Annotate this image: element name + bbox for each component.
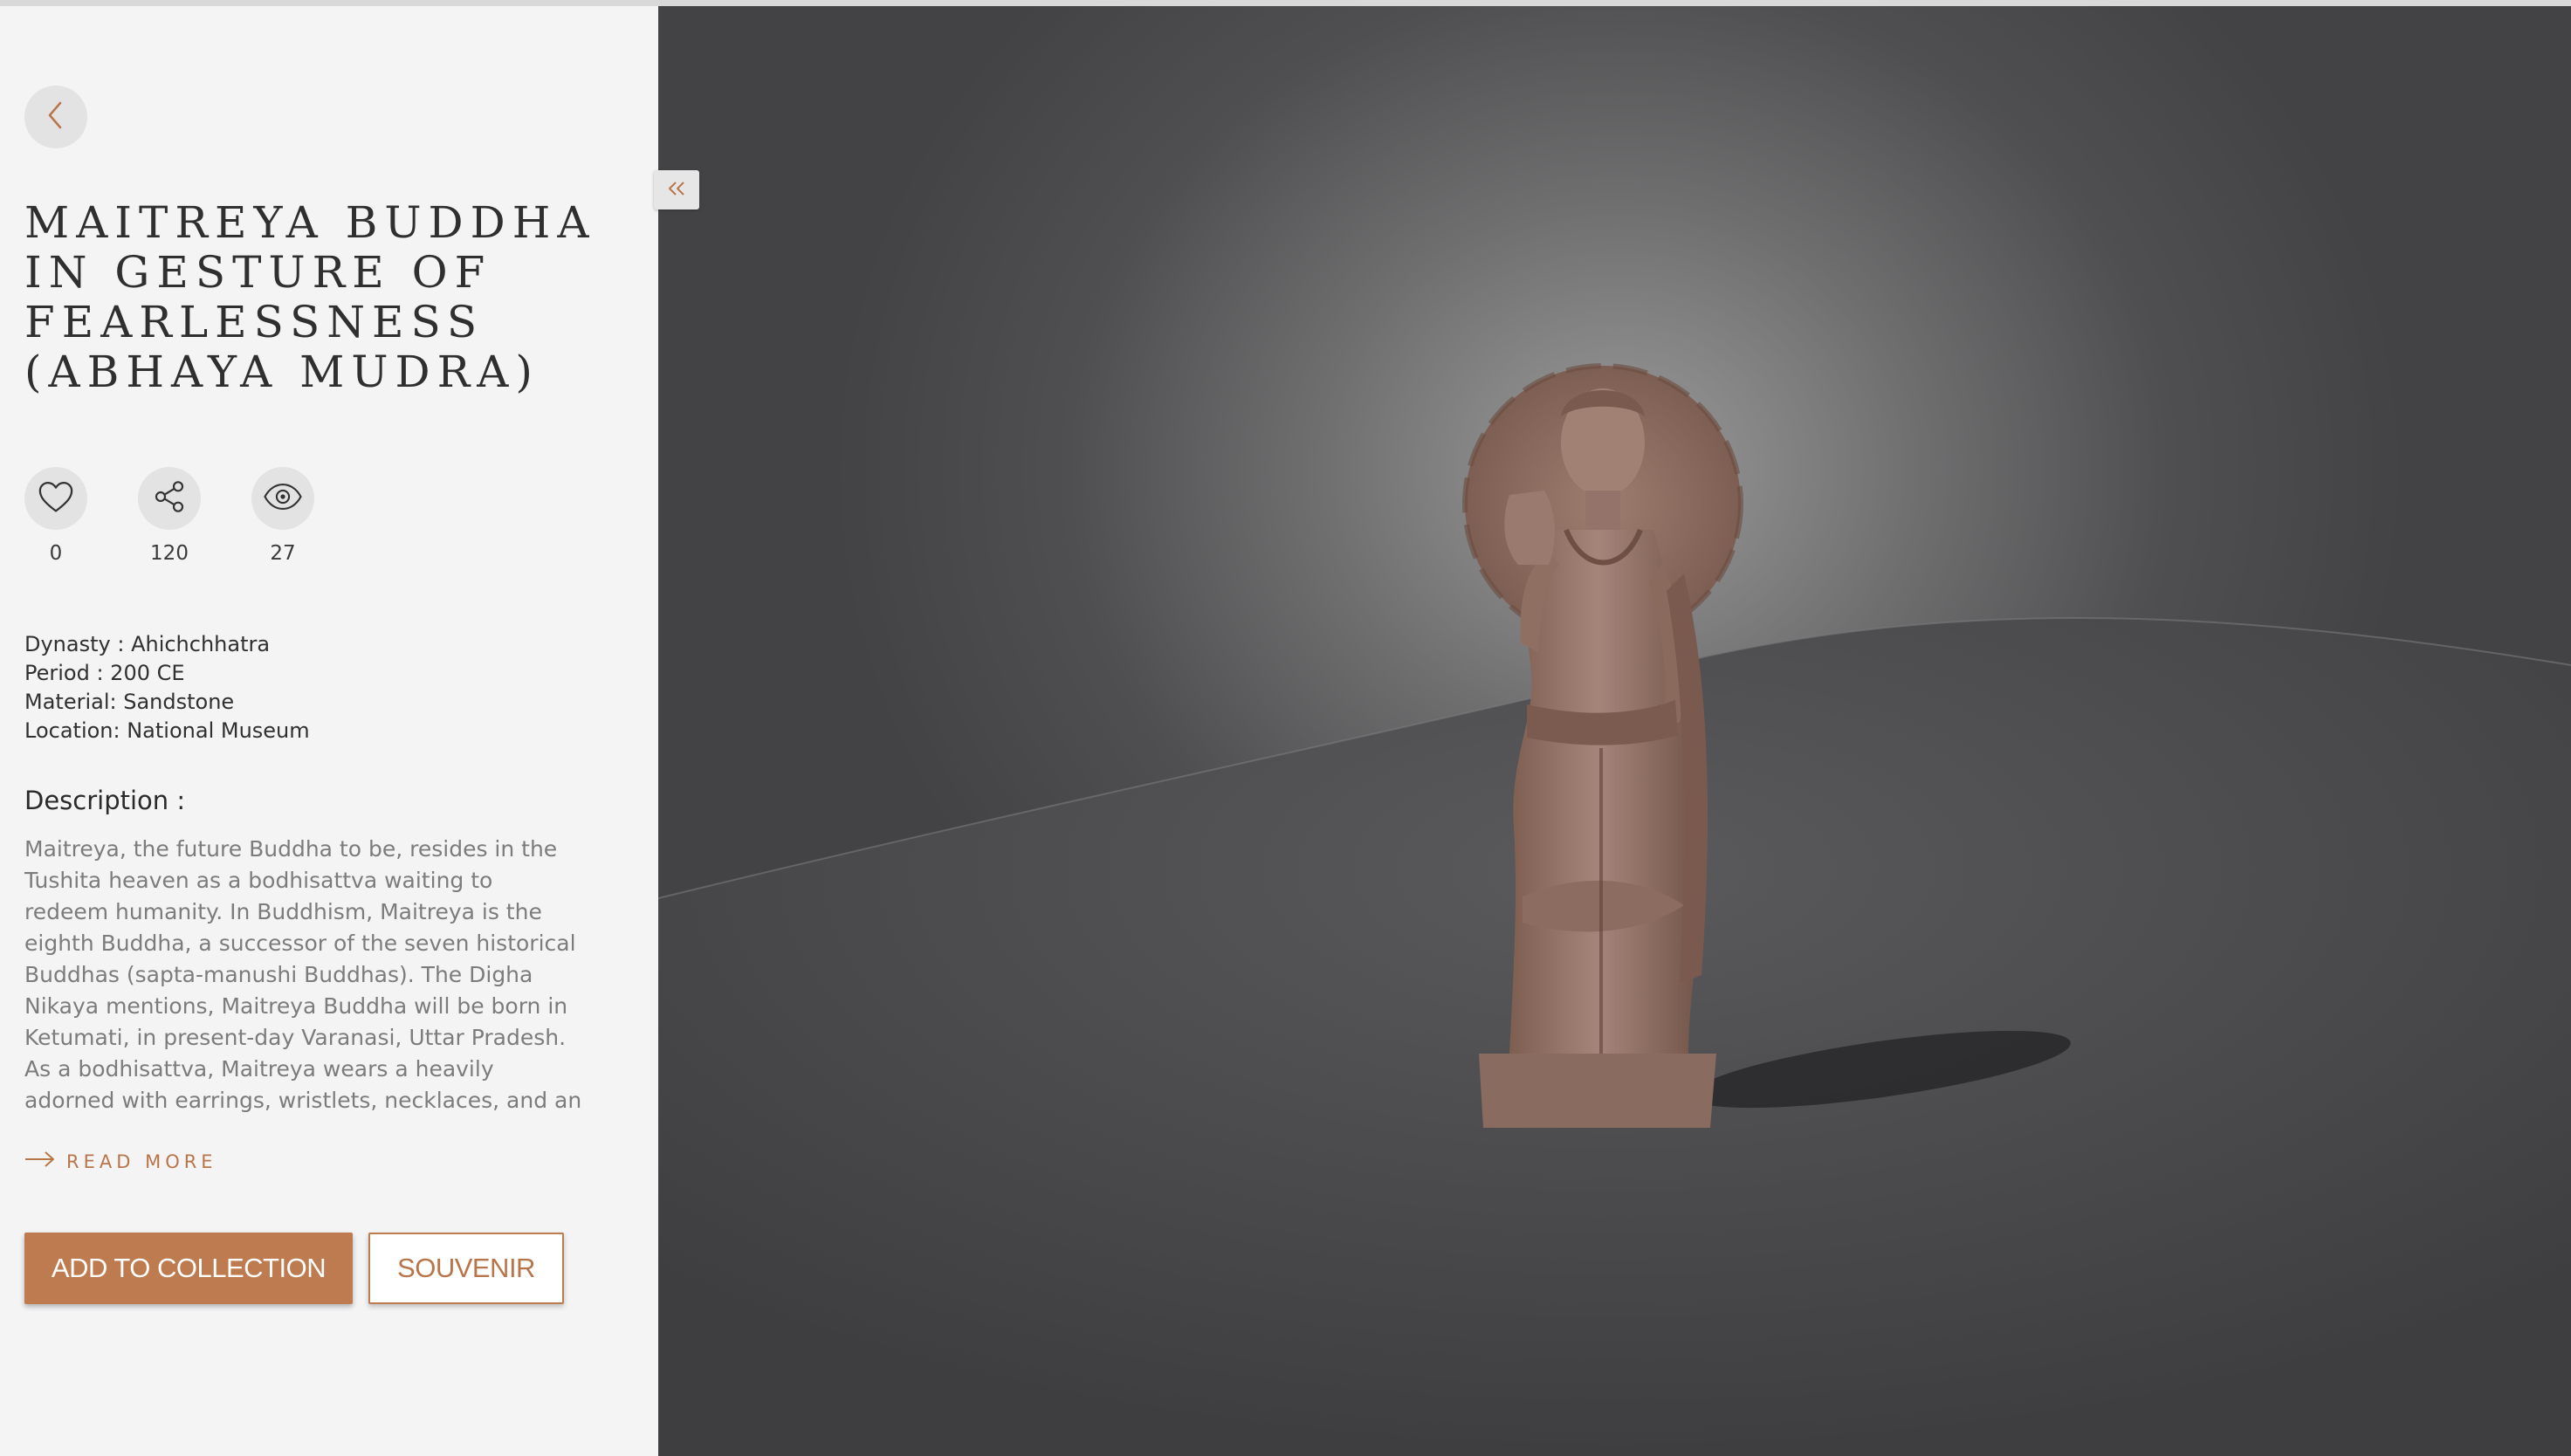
stat-shares: 120 <box>138 467 201 565</box>
description-heading: Description : <box>24 786 186 815</box>
stats-bar: 0 120 27 <box>24 467 314 565</box>
share-button[interactable] <box>138 467 201 530</box>
viewer-scene <box>658 363 2571 1456</box>
meta-material: Material: Sandstone <box>24 690 235 714</box>
artifact-metadata: Dynasty : Ahichchhatra Period : 200 CE M… <box>24 630 310 745</box>
chevron-left-icon <box>43 98 69 136</box>
stat-likes: 0 <box>24 467 87 565</box>
share-icon <box>152 479 187 518</box>
artifact-info-panel: Maitreya Buddha in Gesture of Fearlessne… <box>0 6 658 1456</box>
meta-period: Period : 200 CE <box>24 661 185 685</box>
collapse-panel-button[interactable] <box>654 170 699 209</box>
top-border <box>0 0 2571 6</box>
arrow-right-icon <box>24 1150 66 1173</box>
stat-views: 27 <box>251 467 314 565</box>
meta-location: Location: National Museum <box>24 718 310 743</box>
add-to-collection-button[interactable]: ADD TO COLLECTION <box>24 1233 353 1304</box>
read-more-link[interactable]: READ MORE <box>24 1150 217 1173</box>
double-chevron-left-icon <box>665 180 688 201</box>
views-count: 27 <box>270 542 296 565</box>
back-button[interactable] <box>24 86 87 148</box>
souvenir-button[interactable]: SOUVENIR <box>368 1233 564 1304</box>
views-button[interactable] <box>251 467 314 530</box>
meta-dynasty: Dynasty : Ahichchhatra <box>24 632 271 656</box>
heart-icon <box>38 480 74 517</box>
like-button[interactable] <box>24 467 87 530</box>
likes-count: 0 <box>49 542 63 565</box>
3d-model-viewer[interactable] <box>658 6 2571 1456</box>
read-more-label: READ MORE <box>66 1150 217 1172</box>
eye-icon <box>263 482 303 515</box>
artifact-title: Maitreya Buddha in Gesture of Fearlessne… <box>24 197 596 397</box>
description-text: Maitreya, the future Buddha to be, resid… <box>24 836 582 1113</box>
shares-count: 120 <box>150 542 189 565</box>
